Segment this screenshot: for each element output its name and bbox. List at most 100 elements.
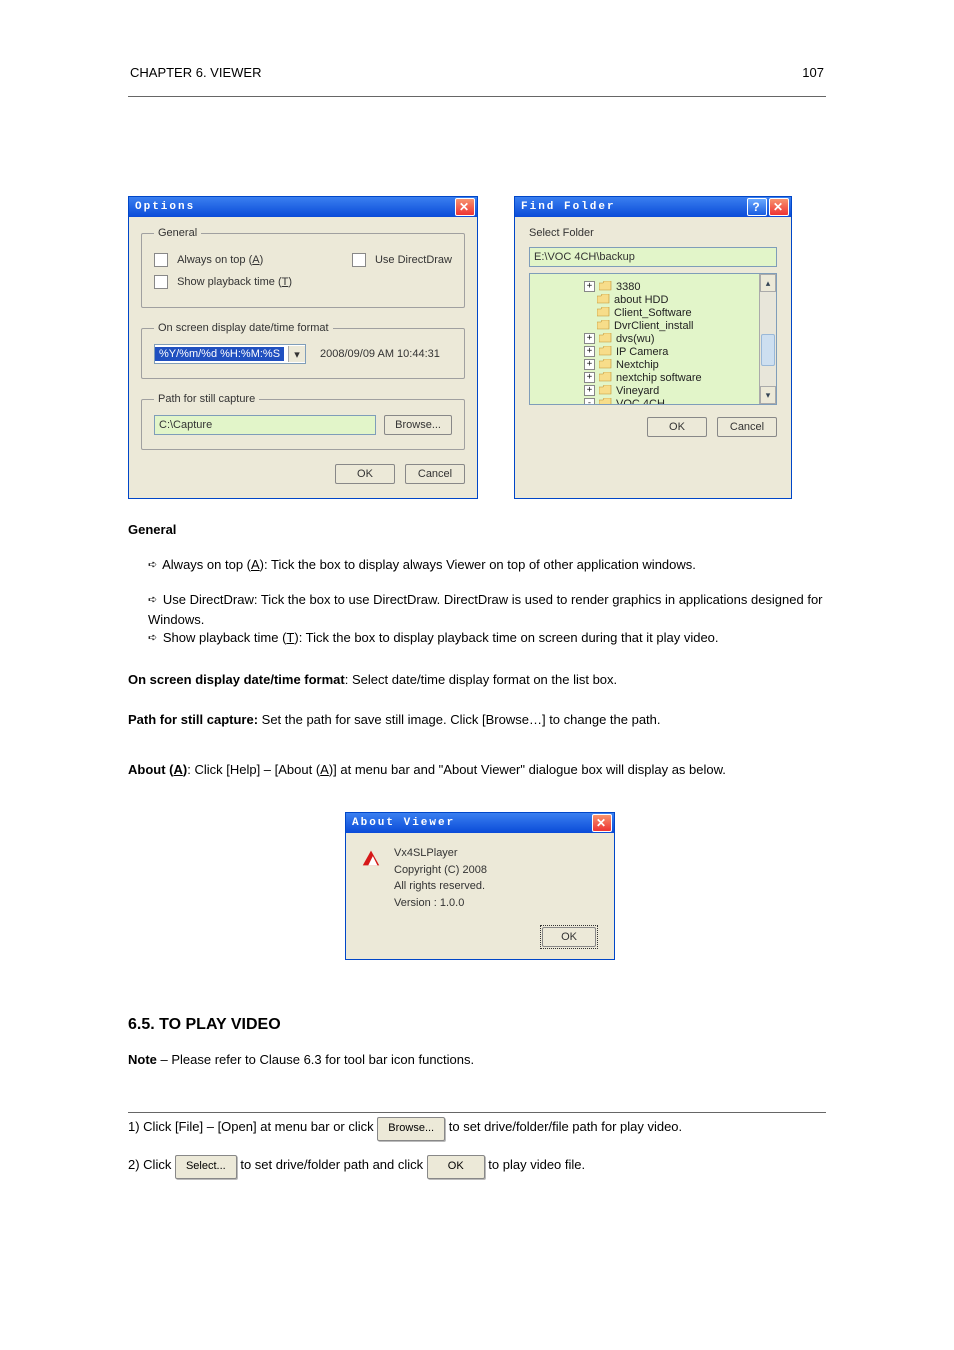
about-line2: Copyright (C) 2008 <box>394 862 487 879</box>
tree-node[interactable]: + Nextchip <box>584 358 772 371</box>
scroll-up-icon[interactable]: ▴ <box>760 274 776 292</box>
folder-icon <box>599 385 612 396</box>
expand-icon[interactable]: + <box>584 281 595 292</box>
folder-icon <box>597 307 610 318</box>
show-playback-time-label: Show playback time (T) <box>177 276 292 288</box>
expand-icon[interactable]: + <box>584 372 595 383</box>
folder-path-input[interactable]: E:\VOC 4CH\backup <box>529 247 777 267</box>
tree-node[interactable]: Client_Software <box>584 306 772 319</box>
capture-path-group: Path for still capture C:\Capture Browse… <box>141 393 465 450</box>
scroll-down-icon[interactable]: ▾ <box>760 386 776 404</box>
cancel-button[interactable]: Cancel <box>405 464 465 484</box>
date-format-value: %Y/%m/%d %H:%M:%S <box>155 347 284 361</box>
tree-node[interactable]: about HDD <box>584 293 772 306</box>
always-on-top-desc: ➪ Always on top (A): Tick the box to dis… <box>148 555 826 575</box>
tree-node-label: Vineyard <box>616 385 659 397</box>
folder-icon <box>599 372 612 383</box>
close-icon[interactable]: ✕ <box>769 198 789 216</box>
cancel-button[interactable]: Cancel <box>717 417 777 437</box>
help-icon[interactable]: ? <box>747 198 767 216</box>
folder-icon <box>599 281 612 292</box>
folder-tree[interactable]: + 3380 about HDD Client_Software DvrClie… <box>529 273 777 405</box>
tree-spacer <box>584 295 593 304</box>
expand-icon[interactable]: + <box>584 385 595 396</box>
use-directdraw-label: Use DirectDraw <box>375 254 452 266</box>
ok-button[interactable]: OK <box>335 464 395 484</box>
close-icon[interactable]: ✕ <box>592 814 612 832</box>
tree-node-label: Nextchip <box>616 359 659 371</box>
app-logo-icon <box>360 847 382 869</box>
find-folder-titlebar: Find Folder ? ✕ <box>515 197 791 217</box>
tree-node[interactable]: + dvs(wu) <box>584 332 772 345</box>
step-1: 1) Click [File] – [Open] at menu bar or … <box>128 1117 826 1141</box>
always-on-top-label: Always on top (A) <box>177 254 263 266</box>
tree-node[interactable]: DvrClient_install <box>584 319 772 332</box>
general-heading: General <box>128 520 826 540</box>
date-format-combo[interactable]: %Y/%m/%d %H:%M:%S ▾ <box>154 344 306 364</box>
osd-legend: On screen display date/time format <box>154 322 333 334</box>
tree-node-label: VOC 4CH <box>616 398 665 406</box>
about-line3: All rights reserved. <box>394 878 487 895</box>
show-playback-time-checkbox[interactable] <box>154 275 168 289</box>
osd-heading-text: On screen display date/time format: Sele… <box>128 670 826 690</box>
about-line1: Vx4SLPlayer <box>394 845 487 862</box>
about-line4: Version : 1.0.0 <box>394 895 487 912</box>
general-group: General Always on top (A) Use DirectDraw <box>141 227 465 308</box>
tree-node-label: Client_Software <box>614 307 692 319</box>
tree-node-label: dvs(wu) <box>616 333 655 345</box>
capture-path-legend: Path for still capture <box>154 393 259 405</box>
about-titlebar: About Viewer ✕ <box>346 813 614 833</box>
tree-spacer <box>584 321 593 330</box>
tree-node-label: about HDD <box>614 294 668 306</box>
section-rule <box>128 1112 826 1113</box>
expand-icon[interactable]: + <box>584 359 595 370</box>
browse-button-inline: Browse... <box>377 1117 445 1141</box>
browse-button[interactable]: Browse... <box>384 415 452 435</box>
expand-icon[interactable]: + <box>584 333 595 344</box>
tree-node[interactable]: + nextchip software <box>584 371 772 384</box>
folder-icon <box>599 333 612 344</box>
options-title: Options <box>135 201 195 213</box>
use-directdraw-checkbox[interactable] <box>352 253 366 267</box>
capture-path-input[interactable]: C:\Capture <box>154 415 376 435</box>
page-number: 107 <box>802 65 824 80</box>
expand-icon[interactable]: + <box>584 346 595 357</box>
ok-button[interactable]: OK <box>647 417 707 437</box>
find-folder-title: Find Folder <box>521 201 616 213</box>
options-titlebar: Options ✕ <box>129 197 477 217</box>
tree-node[interactable]: + IP Camera <box>584 345 772 358</box>
tree-node[interactable]: - VOC 4CH <box>584 397 772 405</box>
folder-icon <box>597 294 610 305</box>
scroll-thumb[interactable] <box>761 334 775 366</box>
folder-icon <box>599 359 612 370</box>
ok-button[interactable]: OK <box>542 927 596 947</box>
about-text: About (A): Click [Help] – [About (A)] at… <box>128 760 826 780</box>
folder-icon <box>599 346 612 357</box>
playback-time-desc: ➪ Show playback time (T): Tick the box t… <box>148 628 826 648</box>
find-folder-dialog: Find Folder ? ✕ Select Folder E:\VOC 4CH… <box>514 196 792 499</box>
tree-node[interactable]: + Vineyard <box>584 384 772 397</box>
tree-node-label: 3380 <box>616 281 640 293</box>
options-dialog: Options ✕ General Always on top (A) <box>128 196 478 499</box>
always-on-top-checkbox[interactable] <box>154 253 168 267</box>
collapse-icon[interactable]: - <box>584 398 595 405</box>
note-line: Note – Please refer to Clause 6.3 for to… <box>128 1050 826 1092</box>
select-button-inline: Select... <box>175 1155 237 1179</box>
date-format-sample: 2008/09/09 AM 10:44:31 <box>320 348 440 360</box>
about-title: About Viewer <box>352 817 455 829</box>
folder-icon <box>597 320 610 331</box>
tree-node[interactable]: + 3380 <box>584 280 772 293</box>
tree-scrollbar[interactable]: ▴ ▾ <box>759 274 776 404</box>
directdraw-desc: ➪ Use DirectDraw: Tick the box to use Di… <box>148 590 826 630</box>
about-viewer-dialog: About Viewer ✕ Vx4SLPlayer Copyright (C)… <box>345 812 615 960</box>
step-2: 2) Click Select... to set drive/folder p… <box>128 1155 826 1179</box>
tree-spacer <box>584 308 593 317</box>
header-rule <box>128 96 826 97</box>
header-title: CHAPTER 6. VIEWER <box>130 65 261 80</box>
close-icon[interactable]: ✕ <box>455 198 475 216</box>
osd-group: On screen display date/time format %Y/%m… <box>141 322 465 379</box>
tree-node-label: DvrClient_install <box>614 320 693 332</box>
path-heading-text: Path for still capture: Set the path for… <box>128 710 826 730</box>
tree-node-label: nextchip software <box>616 372 702 384</box>
folder-icon <box>599 398 612 405</box>
